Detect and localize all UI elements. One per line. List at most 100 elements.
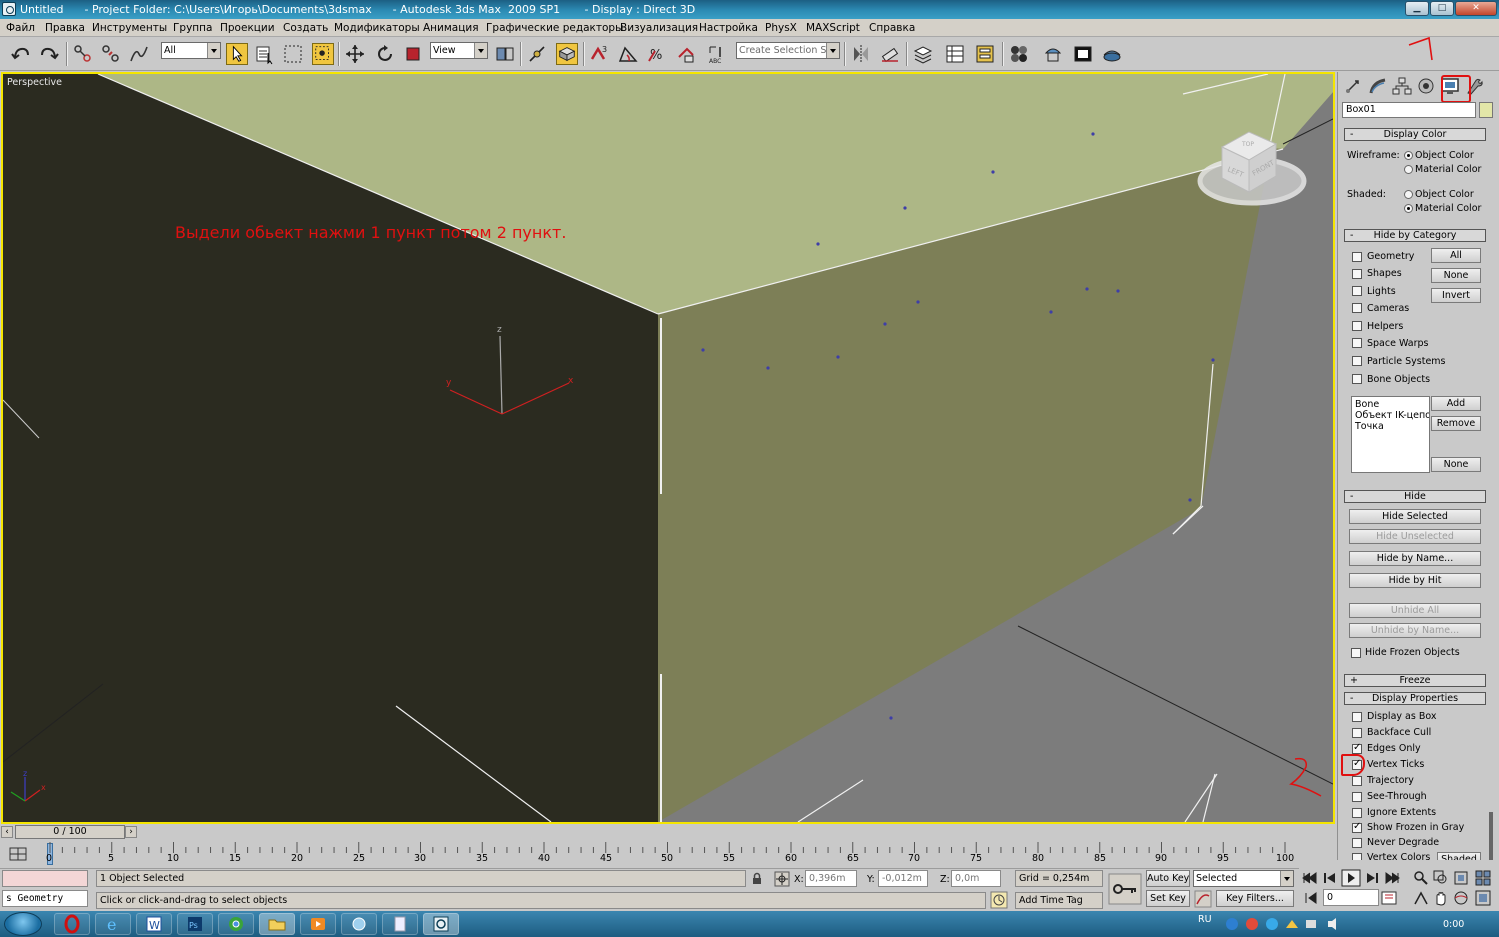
auto-key-button[interactable]: Auto Key (1146, 870, 1190, 887)
language-indicator[interactable]: RU (1198, 914, 1212, 925)
menu-edit[interactable]: Правка (45, 22, 85, 34)
display-color-rollout[interactable]: - Display Color (1344, 128, 1486, 141)
trajectory-checkbox[interactable] (1352, 776, 1362, 786)
named-selection-set-dropdown[interactable]: Create Selection Set (736, 42, 840, 59)
menu-rendering[interactable]: Визуализация (620, 22, 698, 34)
menu-help[interactable]: Справка (869, 22, 915, 34)
select-and-link-icon[interactable] (72, 43, 94, 65)
system-tray-icons[interactable] (1226, 916, 1346, 932)
snaps-toggle-icon[interactable]: 3 (588, 43, 610, 65)
menu-tools[interactable]: Инструменты (92, 22, 167, 34)
cameras-checkbox[interactable] (1352, 303, 1362, 313)
menu-maxscript[interactable]: MAXScript (806, 22, 860, 34)
current-frame-field[interactable]: 0 (1323, 889, 1379, 906)
vertex-colors-checkbox[interactable] (1352, 853, 1362, 860)
go-to-start-icon[interactable] (1301, 870, 1319, 886)
select-by-name-icon[interactable] (254, 43, 276, 65)
menu-customize[interactable]: Настройка (699, 22, 758, 34)
list-item[interactable]: Bone (1355, 399, 1426, 410)
selection-lock-icon[interactable] (750, 872, 764, 886)
perspective-viewport[interactable]: z y x z x TOP LEFT FRONT Perspective Выд… (1, 72, 1335, 824)
select-object-button[interactable] (226, 43, 248, 65)
unhide-by-name-button[interactable]: Unhide by Name... (1349, 623, 1481, 638)
see-through-checkbox[interactable] (1352, 792, 1362, 802)
bone-objects-checkbox[interactable] (1352, 374, 1362, 384)
set-key-button[interactable]: Set Key (1146, 890, 1190, 907)
field-of-view-icon[interactable] (1413, 890, 1429, 906)
unlink-selection-icon[interactable] (100, 43, 122, 65)
arc-rotate-icon[interactable] (1453, 890, 1469, 906)
set-key-icon[interactable] (1108, 873, 1142, 905)
menu-file[interactable]: Файл (6, 22, 35, 34)
space-warps-checkbox[interactable] (1352, 338, 1362, 348)
close-button[interactable]: ✕ (1455, 1, 1497, 16)
explorer-taskbar-button[interactable] (259, 913, 295, 935)
rectangular-selection-icon[interactable] (282, 43, 304, 65)
network-taskbar-button[interactable] (341, 913, 377, 935)
undo-icon[interactable] (10, 43, 32, 65)
create-tab-icon[interactable] (1343, 76, 1365, 96)
z-coordinate-field[interactable]: 0,0m (951, 870, 1001, 887)
mirror-icon[interactable] (850, 43, 872, 65)
hide-unselected-button[interactable]: Hide Unselected (1349, 529, 1481, 544)
app-icon[interactable] (2, 2, 16, 16)
zoom-icon[interactable] (1413, 870, 1429, 886)
menu-animation[interactable]: Анимация (423, 22, 479, 34)
hide-category-all-button[interactable]: All (1431, 248, 1481, 263)
particle-systems-checkbox[interactable] (1352, 356, 1362, 366)
hide-selected-button[interactable]: Hide Selected (1349, 509, 1481, 524)
layer-manager-icon[interactable] (912, 43, 934, 65)
timeline-ruler[interactable]: 0 5 10 15 20 25 30 35 40 45 50 55 60 65 … (0, 842, 1336, 868)
select-and-rotate-icon[interactable] (374, 43, 396, 65)
vertex-colors-shaded-button[interactable]: Shaded (1437, 852, 1481, 860)
zoom-extents-icon[interactable] (1453, 870, 1469, 886)
helpers-checkbox[interactable] (1352, 321, 1362, 331)
select-and-scale-icon[interactable] (402, 43, 424, 65)
reference-coordinate-dropdown[interactable]: View (430, 42, 488, 59)
quick-render-icon[interactable] (1101, 43, 1123, 65)
zoom-all-icon[interactable] (1433, 870, 1449, 886)
hide-frozen-objects-checkbox[interactable] (1351, 648, 1361, 658)
y-coordinate-field[interactable]: -0,012m (878, 870, 928, 887)
unhide-all-button[interactable]: Unhide All (1349, 603, 1481, 618)
time-slider-prev[interactable]: ‹ (1, 826, 13, 838)
hierarchy-tab-icon[interactable] (1391, 76, 1413, 96)
zoom-extents-all-icon[interactable] (1475, 870, 1491, 886)
time-configuration-icon[interactable] (1381, 890, 1397, 906)
wireframe-object-color-radio[interactable] (1404, 151, 1413, 160)
menu-views[interactable]: Проекции (220, 22, 275, 34)
keyboard-shortcut-override-button[interactable] (556, 43, 578, 65)
display-as-box-checkbox[interactable] (1352, 712, 1362, 722)
time-slider[interactable]: 0 / 100 (15, 825, 125, 839)
list-item[interactable]: Объект IK-цепоч (1355, 410, 1429, 421)
shaded-material-color-radio[interactable] (1404, 204, 1413, 213)
menu-create[interactable]: Создать (283, 22, 328, 34)
maxscript-listener-field[interactable]: s Geometry (2, 890, 88, 907)
freeze-rollout[interactable]: + Freeze (1344, 674, 1486, 687)
shapes-checkbox[interactable] (1352, 269, 1362, 279)
key-tangent-icon[interactable] (1194, 890, 1212, 908)
hide-category-invert-button[interactable]: Invert (1431, 288, 1481, 303)
viewport-label[interactable]: Perspective (7, 77, 62, 88)
time-tag-icon[interactable] (990, 891, 1008, 909)
category-none-button[interactable]: None (1431, 457, 1481, 472)
spinner-snap-icon[interactable] (675, 43, 697, 65)
backface-cull-checkbox[interactable] (1352, 728, 1362, 738)
x-coordinate-field[interactable]: 0,396m (805, 870, 857, 887)
pan-hand-icon[interactable] (1433, 890, 1449, 906)
menu-physx[interactable]: PhysX (765, 22, 797, 34)
object-name-field[interactable]: Box01 (1342, 102, 1476, 118)
rendered-frame-window-icon[interactable] (1072, 43, 1094, 65)
shaded-object-color-radio[interactable] (1404, 190, 1413, 199)
ie-taskbar-button[interactable]: e (95, 913, 131, 935)
system-clock[interactable]: 0:00 (1443, 919, 1464, 930)
maximize-button[interactable]: □ (1430, 1, 1454, 16)
photoshop-taskbar-button[interactable]: Ps (177, 913, 213, 935)
object-color-swatch[interactable] (1479, 102, 1493, 118)
hide-rollout[interactable]: - Hide (1344, 490, 1486, 503)
menu-modifiers[interactable]: Модификаторы (334, 22, 420, 34)
modify-tab-icon[interactable] (1367, 76, 1389, 96)
category-add-button[interactable]: Add (1431, 396, 1481, 411)
previous-frame-icon[interactable] (1321, 870, 1339, 886)
curve-editor-icon[interactable] (944, 43, 966, 65)
